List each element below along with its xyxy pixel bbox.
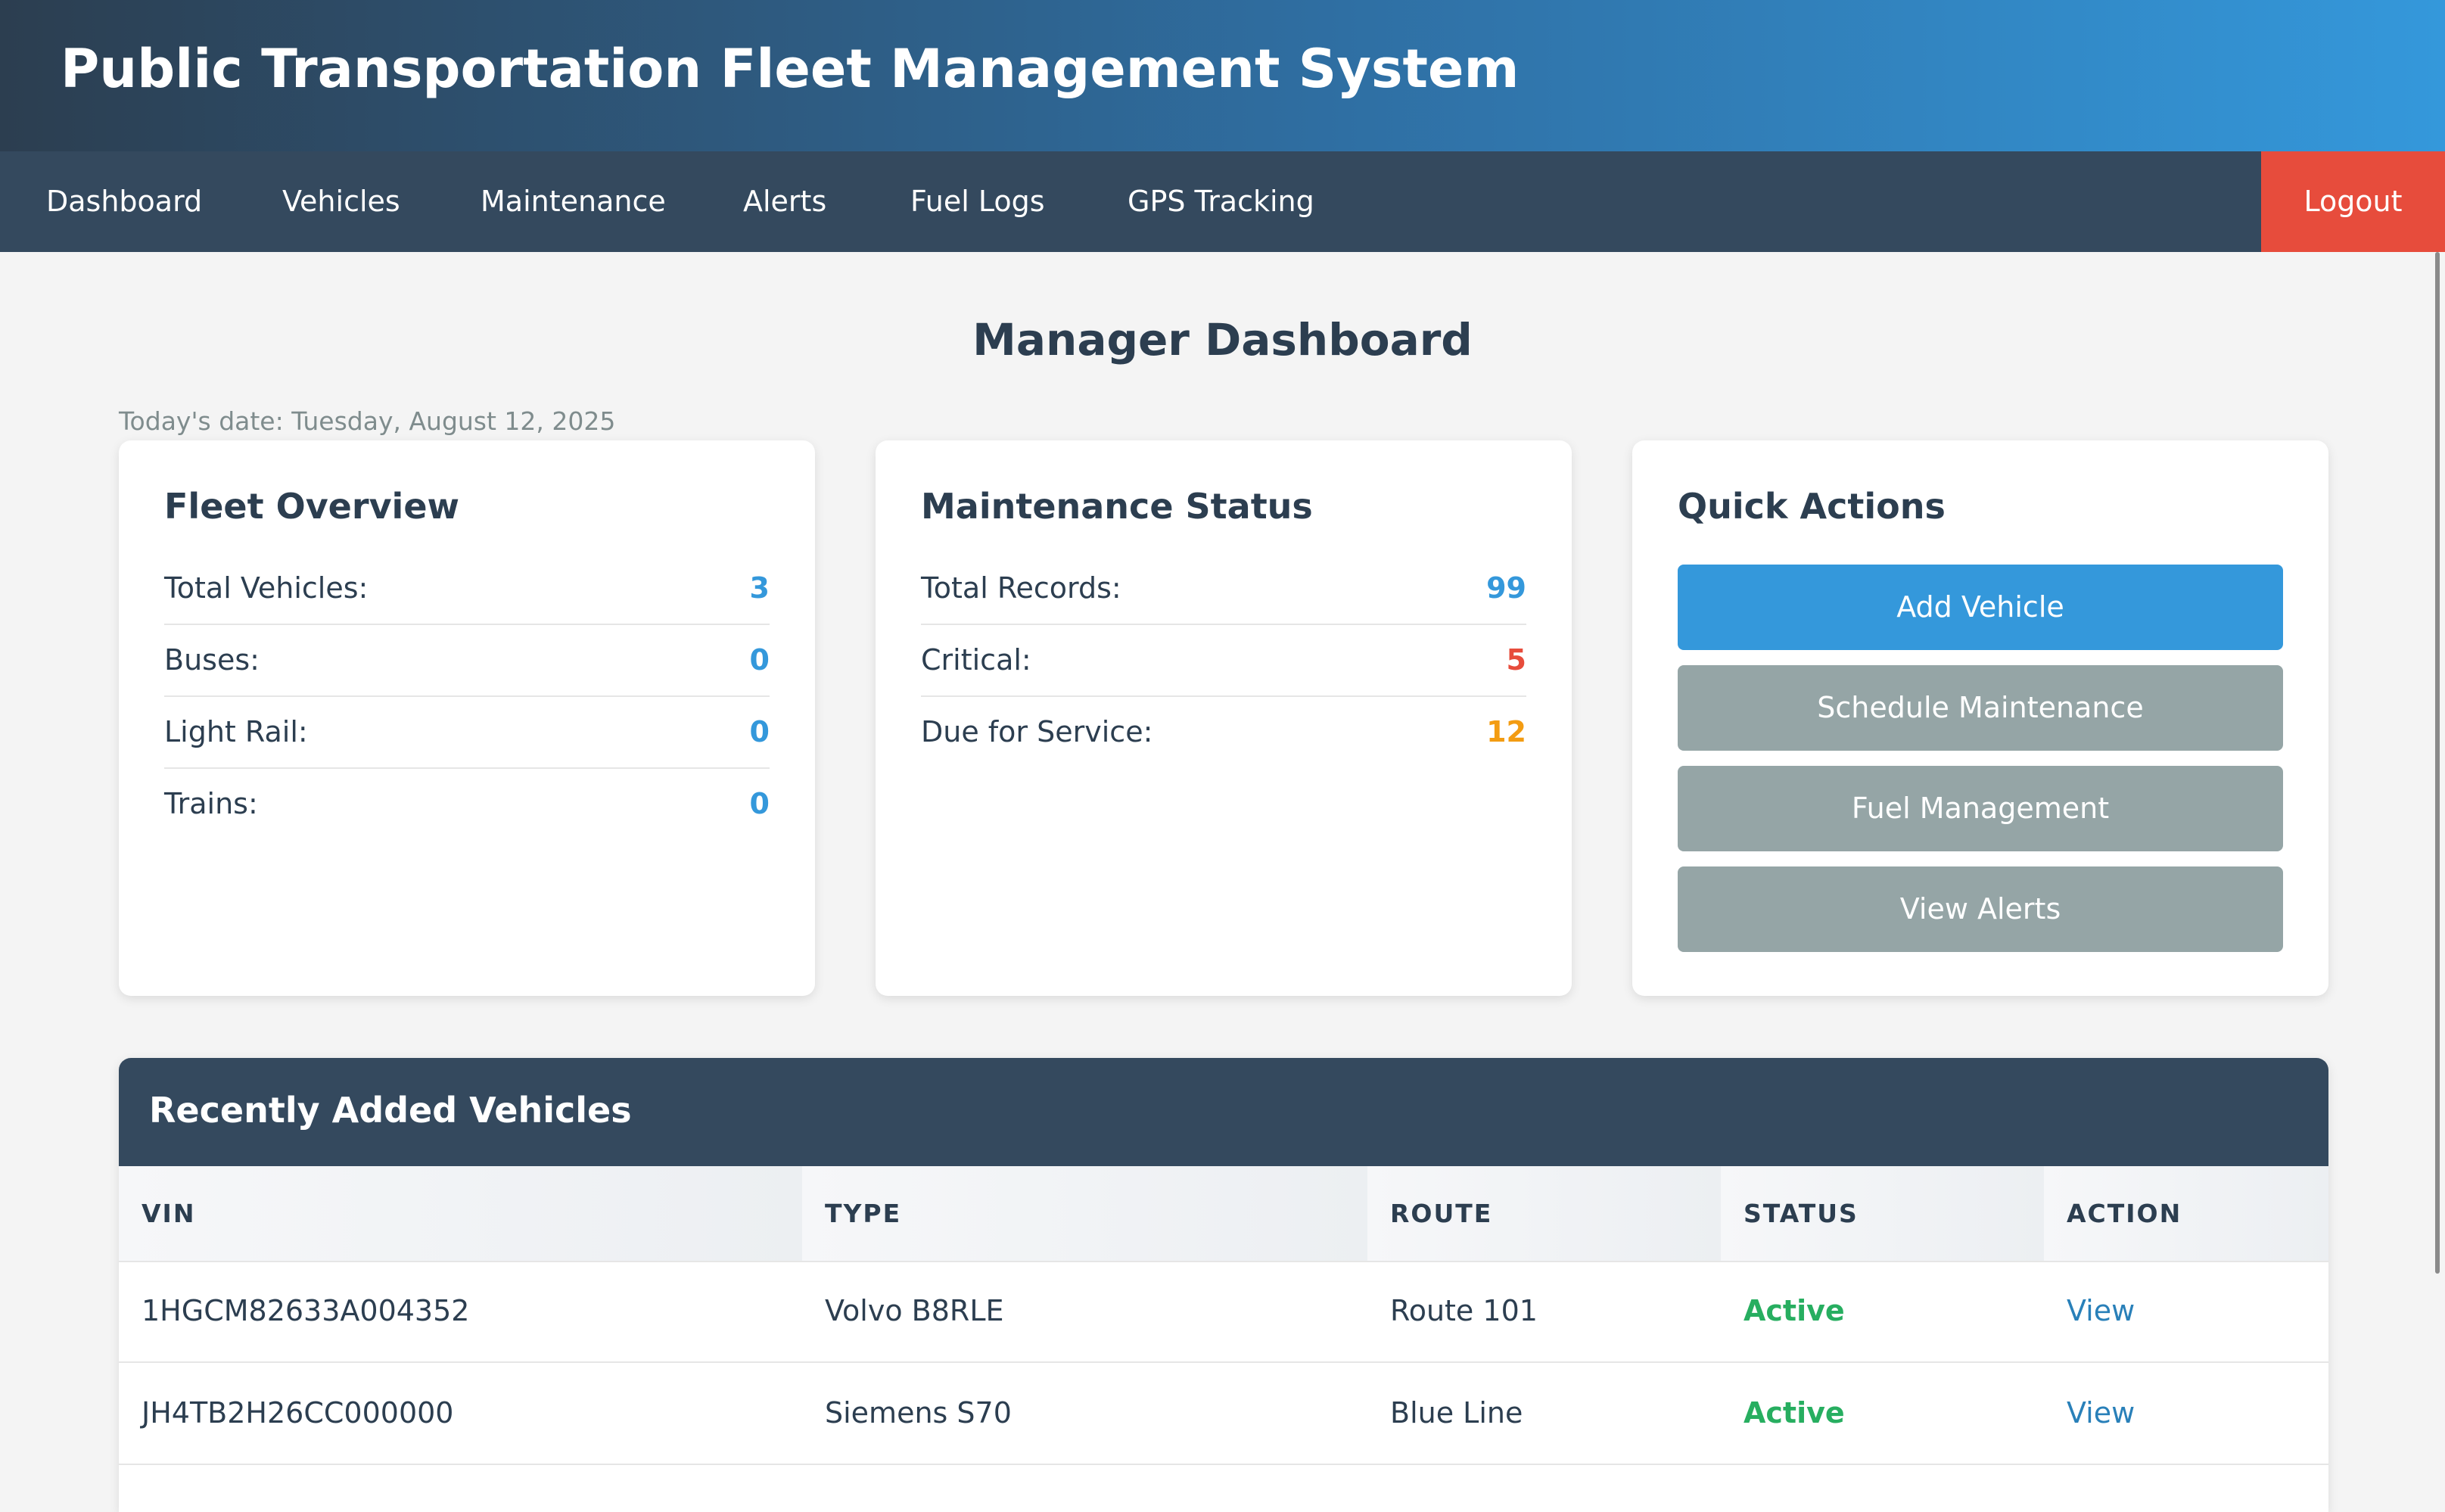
nav-item-fuel-logs[interactable]: Fuel Logs	[910, 151, 1045, 252]
status-badge: Active	[1744, 1294, 1845, 1327]
stat-label: Critical:	[921, 643, 1031, 677]
stat-label: Trains:	[164, 787, 258, 820]
logout-button[interactable]: Logout	[2261, 151, 2445, 252]
stat-row-buses: Buses: 0	[164, 624, 770, 697]
fleet-overview-card: Fleet Overview Total Vehicles: 3 Buses: …	[119, 440, 815, 996]
stat-value: 0	[749, 715, 770, 748]
column-header-status[interactable]: STATUS	[1744, 1166, 1859, 1261]
recent-vehicles-panel: Recently Added Vehicles VIN TYPE ROUTE S…	[119, 1058, 2328, 1512]
view-link[interactable]: View	[2067, 1261, 2135, 1361]
column-header-type[interactable]: TYPE	[825, 1166, 901, 1261]
status-badge: Active	[1744, 1396, 1845, 1430]
panel-header: Recently Added Vehicles	[119, 1058, 2328, 1166]
stat-value: 3	[749, 571, 770, 605]
stat-value: 0	[749, 643, 770, 677]
stat-row-due-for-service: Due for Service: 12	[921, 695, 1526, 767]
stat-row-trains: Trains: 0	[164, 767, 770, 839]
app-header: Public Transportation Fleet Management S…	[0, 0, 2445, 151]
maintenance-status-card: Maintenance Status Total Records: 99 Cri…	[876, 440, 1572, 996]
page-scrollbar[interactable]	[2435, 252, 2440, 1274]
stat-value: 5	[1506, 643, 1526, 677]
main-nav: Dashboard Vehicles Maintenance Alerts Fu…	[0, 151, 2445, 252]
stat-label: Light Rail:	[164, 715, 308, 748]
stat-row-total-vehicles: Total Vehicles: 3	[164, 552, 770, 625]
cell-vin: 1HGCM82633A004352	[142, 1294, 470, 1327]
stat-value: 0	[749, 787, 770, 820]
column-header-route[interactable]: ROUTE	[1390, 1166, 1492, 1261]
nav-item-maintenance[interactable]: Maintenance	[481, 151, 666, 252]
column-header-action[interactable]: ACTION	[2067, 1166, 2182, 1261]
table-row: 1HGCM82633A004352 Volvo B8RLE Route 101 …	[119, 1261, 2328, 1363]
table-row: JH4TB2H26CC000000 Siemens S70 Blue Line …	[119, 1363, 2328, 1465]
cell-type: Volvo B8RLE	[825, 1294, 1004, 1327]
stat-label: Total Vehicles:	[164, 571, 369, 605]
app-title: Public Transportation Fleet Management S…	[61, 38, 1520, 100]
stat-row-critical: Critical: 5	[921, 624, 1526, 697]
stat-value: 12	[1486, 715, 1526, 748]
cell-vin: JH4TB2H26CC000000	[142, 1396, 454, 1430]
table-header: VIN TYPE ROUTE STATUS ACTION	[119, 1166, 2328, 1262]
add-vehicle-button[interactable]: Add Vehicle	[1678, 565, 2283, 650]
stat-label: Total Records:	[921, 571, 1121, 605]
cell-route: Blue Line	[1390, 1396, 1523, 1430]
todays-date: Today's date: Tuesday, August 12, 2025	[119, 406, 616, 436]
quick-actions-card: Quick Actions Add Vehicle Schedule Maint…	[1632, 440, 2328, 996]
stat-row-light-rail: Light Rail: 0	[164, 695, 770, 769]
card-title: Maintenance Status	[921, 486, 1313, 527]
stat-value: 99	[1486, 571, 1526, 605]
cell-route: Route 101	[1390, 1294, 1538, 1327]
column-header-vin[interactable]: VIN	[142, 1166, 195, 1261]
fuel-management-button[interactable]: Fuel Management	[1678, 766, 2283, 851]
card-title: Fleet Overview	[164, 486, 460, 527]
nav-item-vehicles[interactable]: Vehicles	[282, 151, 400, 252]
view-link[interactable]: View	[2067, 1363, 2135, 1464]
cell-type: Siemens S70	[825, 1396, 1012, 1430]
schedule-maintenance-button[interactable]: Schedule Maintenance	[1678, 665, 2283, 751]
view-alerts-button[interactable]: View Alerts	[1678, 866, 2283, 952]
panel-title: Recently Added Vehicles	[149, 1090, 632, 1131]
stat-label: Due for Service:	[921, 715, 1153, 748]
card-title: Quick Actions	[1678, 486, 1946, 527]
nav-item-gps-tracking[interactable]: GPS Tracking	[1128, 151, 1314, 252]
stat-row-total-records: Total Records: 99	[921, 552, 1526, 625]
nav-item-alerts[interactable]: Alerts	[743, 151, 826, 252]
nav-item-dashboard[interactable]: Dashboard	[46, 151, 202, 252]
page-title: Manager Dashboard	[972, 314, 1473, 366]
stat-label: Buses:	[164, 643, 260, 677]
